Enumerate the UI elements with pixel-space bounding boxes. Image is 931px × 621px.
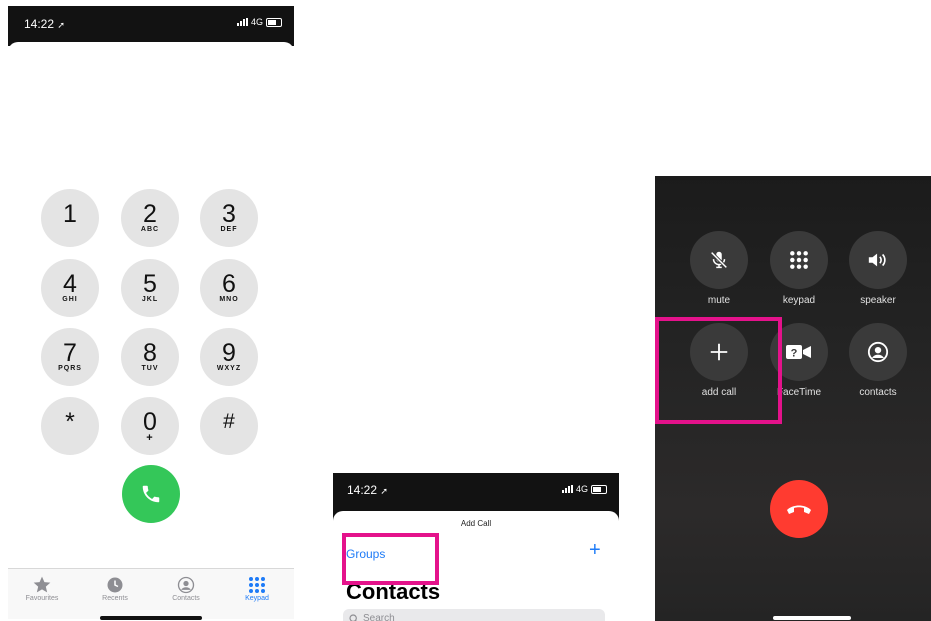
signal-icon: [236, 18, 248, 26]
key-digit: 5: [143, 270, 157, 298]
key-8[interactable]: 8 TUV: [121, 328, 179, 386]
key-1[interactable]: 1: [41, 189, 99, 247]
network-type: 4G: [250, 17, 263, 27]
sheet-top: [8, 42, 294, 62]
mute-button[interactable]: [690, 231, 748, 289]
speaker-button[interactable]: [849, 231, 907, 289]
key-letters: TUV: [141, 365, 159, 372]
tab-favourites[interactable]: Favourites: [12, 575, 72, 602]
key-digit: 3: [222, 200, 236, 228]
phone-icon: [142, 485, 160, 503]
key-2[interactable]: 2 ABC: [121, 189, 179, 247]
key-digit: 8: [143, 339, 157, 367]
svg-text:?: ?: [791, 348, 798, 360]
facetime-label: FaceTime: [776, 387, 822, 398]
person-circle-icon: [177, 576, 195, 594]
contacts-title: Contacts: [346, 579, 441, 604]
location-arrow-icon: ➚: [380, 486, 388, 496]
tab-label: Recents: [102, 595, 128, 602]
tab-keypad[interactable]: Keypad: [227, 575, 287, 602]
add-call-screen: 14:22 ➚ 4G Add Call Groups + Contacts Se…: [333, 473, 619, 621]
key-letters: WXYZ: [216, 365, 242, 372]
key-letters: DEF: [220, 226, 238, 233]
plus-icon: +: [589, 539, 601, 561]
mic-slash-icon: [710, 251, 728, 269]
facetime-icon: ?: [786, 345, 811, 360]
contacts-button[interactable]: [849, 323, 907, 381]
key-6[interactable]: 6 MNO: [200, 259, 258, 317]
battery-icon: [591, 484, 607, 494]
tab-contacts[interactable]: Contacts: [156, 575, 216, 602]
battery-icon: [266, 17, 282, 27]
speaker-icon: [868, 253, 886, 267]
key-digit: 0: [143, 408, 157, 436]
key-0[interactable]: 0 +: [121, 397, 179, 455]
phone-keypad-screen: 14:22 ➚ 4G 1 2 ABC 3 DEF 4 GHI 5 JKL 6 MNO 7P…: [8, 6, 294, 621]
key-digit: 4: [63, 270, 77, 298]
keypad-label: keypad: [782, 295, 816, 306]
search-icon: [349, 614, 357, 621]
key-letters: PQRS: [58, 365, 82, 372]
key-star[interactable]: *: [41, 397, 99, 455]
add-contact-button[interactable]: +: [589, 539, 601, 562]
key-digit: 9: [222, 339, 236, 367]
star-icon: [33, 576, 51, 593]
add-call-button[interactable]: [690, 323, 748, 381]
key-letters: +: [146, 432, 154, 444]
keypad-button[interactable]: [770, 231, 828, 289]
tab-label: Keypad: [245, 595, 269, 602]
phone-hangup-icon: [787, 505, 811, 514]
key-3[interactable]: 3 DEF: [200, 189, 258, 247]
key-digit: 6: [222, 270, 236, 298]
key-4[interactable]: 4 GHI: [41, 259, 99, 317]
sheet-title: Add Call: [460, 519, 492, 528]
contacts-label: contacts: [859, 387, 897, 398]
key-letters: JKL: [141, 296, 159, 303]
key-digit: 1: [63, 200, 77, 228]
add-call-label: add call: [701, 387, 737, 398]
person-circle-icon: [867, 341, 889, 363]
status-time: 14:22: [24, 17, 55, 31]
key-digit: 2: [143, 200, 157, 228]
keypad-grid-icon: [790, 251, 808, 269]
key-letters: MNO: [219, 296, 239, 303]
speaker-label: speaker: [860, 295, 896, 306]
end-call-button[interactable]: [770, 480, 828, 538]
mute-label: mute: [707, 295, 731, 306]
search-placeholder: Search: [363, 613, 395, 621]
tab-label: Favourites: [25, 595, 59, 602]
key-letters: GHI: [62, 296, 78, 303]
tab-bar: Favourites Recents Contacts Keypad: [8, 568, 294, 619]
in-call-screen: mute keypad speaker add call ? FaceTime …: [655, 176, 931, 621]
key-digit: *: [65, 408, 75, 436]
tab-label: Contacts: [172, 595, 200, 602]
key-digit: 7: [63, 339, 77, 367]
search-input[interactable]: Search: [343, 609, 605, 621]
location-arrow-icon: ➚: [57, 20, 65, 30]
plus-icon: [710, 343, 728, 361]
key-7[interactable]: 7 PQRS: [41, 328, 99, 386]
clock-icon: [107, 577, 123, 593]
keypad-grid-icon: [249, 577, 265, 593]
key-hash[interactable]: #: [200, 397, 258, 455]
key-letters: ABC: [140, 226, 160, 233]
home-indicator: [100, 616, 202, 620]
groups-button[interactable]: Groups: [346, 547, 385, 561]
key-digit: #: [223, 410, 235, 433]
tab-recents[interactable]: Recents: [85, 575, 145, 602]
network-type: 4G: [575, 484, 588, 494]
key-5[interactable]: 5 JKL: [121, 259, 179, 317]
status-bar: 14:22 ➚ 4G: [8, 6, 294, 46]
facetime-button[interactable]: ?: [770, 323, 828, 381]
add-call-sheet: Add Call Groups + Contacts Search: [333, 511, 619, 621]
key-9[interactable]: 9 WXYZ: [200, 328, 258, 386]
status-time: 14:22: [347, 483, 378, 497]
signal-icon: [561, 485, 573, 493]
call-button[interactable]: [122, 465, 180, 523]
home-indicator: [773, 616, 851, 620]
